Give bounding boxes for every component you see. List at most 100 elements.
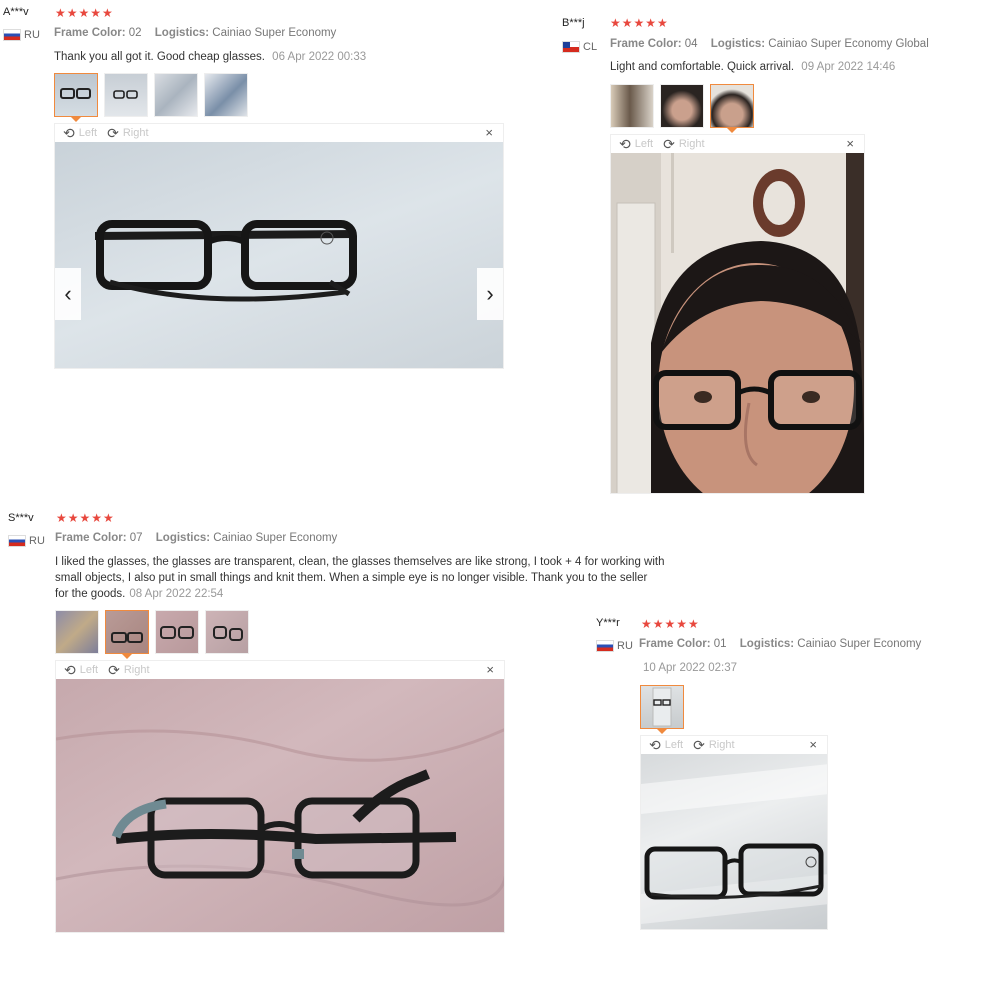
- photo-thumbnails: [610, 84, 754, 133]
- reviewer-name: Y***r: [596, 617, 620, 629]
- rotate-right-button[interactable]: Right: [679, 138, 705, 150]
- photo-thumbnail[interactable]: [155, 610, 199, 654]
- review-photo: [641, 754, 827, 929]
- photo-thumbnail[interactable]: [660, 84, 704, 128]
- viewer-toolbar: ⟲ Left ⟳ Right ×: [611, 135, 864, 153]
- rotate-left-icon[interactable]: ⟲: [63, 126, 75, 140]
- glasses-photo-icon: [641, 764, 827, 924]
- rotate-right-icon[interactable]: ⟳: [107, 126, 119, 140]
- logistics-label: Logistics:: [154, 27, 210, 39]
- glasses-thumb-icon: [111, 632, 143, 643]
- logistics-value: Cainiao Super Economy Global: [768, 38, 929, 50]
- rotate-left-icon[interactable]: ⟲: [64, 663, 76, 677]
- photo-thumbnail[interactable]: [154, 73, 198, 117]
- frame-color-value: 02: [128, 27, 142, 39]
- star-rating: ★★★★★: [610, 16, 669, 30]
- country-code: RU: [24, 29, 40, 41]
- review-attributes: Frame Color: 02 Logistics: Cainiao Super…: [54, 27, 336, 39]
- photo-thumbnails: [55, 610, 249, 659]
- rotate-right-button[interactable]: Right: [124, 664, 150, 676]
- photo-thumbnail[interactable]: [105, 610, 149, 659]
- country-code: RU: [617, 640, 633, 652]
- rotate-left-button[interactable]: Left: [635, 138, 653, 150]
- rotate-right-icon[interactable]: ⟳: [693, 738, 705, 752]
- rotate-right-button[interactable]: Right: [709, 739, 735, 751]
- reviewer-name: B***j: [562, 17, 585, 29]
- rotate-right-icon[interactable]: ⟳: [663, 137, 675, 151]
- next-photo-button[interactable]: ›: [477, 268, 503, 320]
- frame-color-value: 04: [684, 38, 698, 50]
- rotate-right-button[interactable]: Right: [123, 127, 149, 139]
- glasses-thumb-icon: [652, 687, 672, 727]
- star-rating: ★★★★★: [56, 511, 115, 525]
- viewer-toolbar: ⟲ Left ⟳ Right ×: [56, 661, 504, 679]
- logistics-value: Cainiao Super Economy: [212, 27, 337, 39]
- russia-flag-icon: [596, 640, 614, 652]
- close-icon[interactable]: ×: [485, 125, 493, 140]
- photo-thumbnail[interactable]: [104, 73, 148, 117]
- photo-thumbnail[interactable]: [204, 73, 248, 117]
- selfie-photo-icon: [611, 153, 864, 493]
- review-photo: ‹ ›: [55, 142, 503, 368]
- photo-thumbnail[interactable]: [55, 610, 99, 654]
- frame-color-value: 01: [713, 638, 727, 650]
- review-4: Y***r ★★★★★ RU Frame Color: 01 Logistics…: [592, 610, 992, 940]
- review-body-line: small objects, I also put in small thing…: [55, 572, 648, 584]
- review-text: 10 Apr 2022 02:37: [639, 660, 737, 676]
- glasses-thumb-icon: [160, 626, 194, 639]
- country-code: RU: [29, 535, 45, 547]
- photo-thumbnail[interactable]: [640, 685, 684, 734]
- reviewer-country: RU: [8, 535, 45, 547]
- photo-thumbnail[interactable]: [54, 73, 98, 122]
- close-icon[interactable]: ×: [486, 662, 494, 677]
- star-rating: ★★★★★: [641, 617, 700, 631]
- review-date: 08 Apr 2022 22:54: [129, 588, 224, 600]
- glasses-thumb-icon: [213, 626, 243, 641]
- logistics-value: Cainiao Super Economy: [797, 638, 922, 650]
- close-icon[interactable]: ×: [846, 136, 854, 151]
- frame-color-label: Frame Color:: [610, 38, 682, 50]
- review-body: Light and comfortable. Quick arrival.: [610, 61, 795, 73]
- close-icon[interactable]: ×: [809, 737, 817, 752]
- review-1: A***v ★★★★★ RU Frame Color: 02 Logistics…: [0, 0, 510, 380]
- star-rating: ★★★★★: [55, 6, 114, 20]
- review-date: 10 Apr 2022 02:37: [643, 662, 737, 674]
- rotate-right-icon[interactable]: ⟳: [108, 663, 120, 677]
- rotate-left-button[interactable]: Left: [665, 739, 683, 751]
- glasses-thumb-icon: [113, 90, 138, 99]
- review-attributes: Frame Color: 07 Logistics: Cainiao Super…: [55, 532, 337, 544]
- logistics-label: Logistics:: [739, 638, 795, 650]
- review-attributes: Frame Color: 01 Logistics: Cainiao Super…: [639, 638, 921, 650]
- review-text: Thank you all got it. Good cheap glasses…: [54, 49, 366, 65]
- photo-thumbnails: [640, 685, 684, 734]
- photo-viewer: ⟲ Left ⟳ Right ×: [640, 735, 828, 930]
- review-photo: [611, 153, 864, 493]
- rotate-left-icon[interactable]: ⟲: [619, 137, 631, 151]
- reviewer-name: S***v: [8, 512, 34, 524]
- rotate-left-button[interactable]: Left: [80, 664, 98, 676]
- photo-thumbnail[interactable]: [710, 84, 754, 133]
- logistics-label: Logistics:: [710, 38, 766, 50]
- rotate-left-icon[interactable]: ⟲: [649, 738, 661, 752]
- reviewer-name: A***v: [3, 6, 29, 18]
- russia-flag-icon: [8, 535, 26, 547]
- frame-color-label: Frame Color:: [639, 638, 711, 650]
- photo-thumbnail[interactable]: [205, 610, 249, 654]
- rotate-left-button[interactable]: Left: [79, 127, 97, 139]
- viewer-toolbar: ⟲ Left ⟳ Right ×: [641, 736, 827, 754]
- previous-photo-button[interactable]: ‹: [55, 268, 81, 320]
- logistics-value: Cainiao Super Economy: [213, 532, 338, 544]
- glasses-thumb-icon: [60, 88, 91, 99]
- country-code: CL: [583, 41, 598, 53]
- chile-flag-icon: [562, 41, 580, 53]
- photo-thumbnail[interactable]: [610, 84, 654, 128]
- frame-color-label: Frame Color:: [54, 27, 126, 39]
- glasses-photo-icon: [56, 728, 504, 907]
- russia-flag-icon: [3, 29, 21, 41]
- review-date: 06 Apr 2022 00:33: [272, 51, 367, 63]
- review-2: B***j ★★★★★ CL Frame Color: 04 Logistics…: [558, 0, 1000, 500]
- logistics-label: Logistics:: [155, 532, 211, 544]
- reviewer-country: RU: [3, 29, 40, 41]
- glasses-photo-icon: [95, 220, 357, 302]
- reviewer-country: RU: [596, 640, 633, 652]
